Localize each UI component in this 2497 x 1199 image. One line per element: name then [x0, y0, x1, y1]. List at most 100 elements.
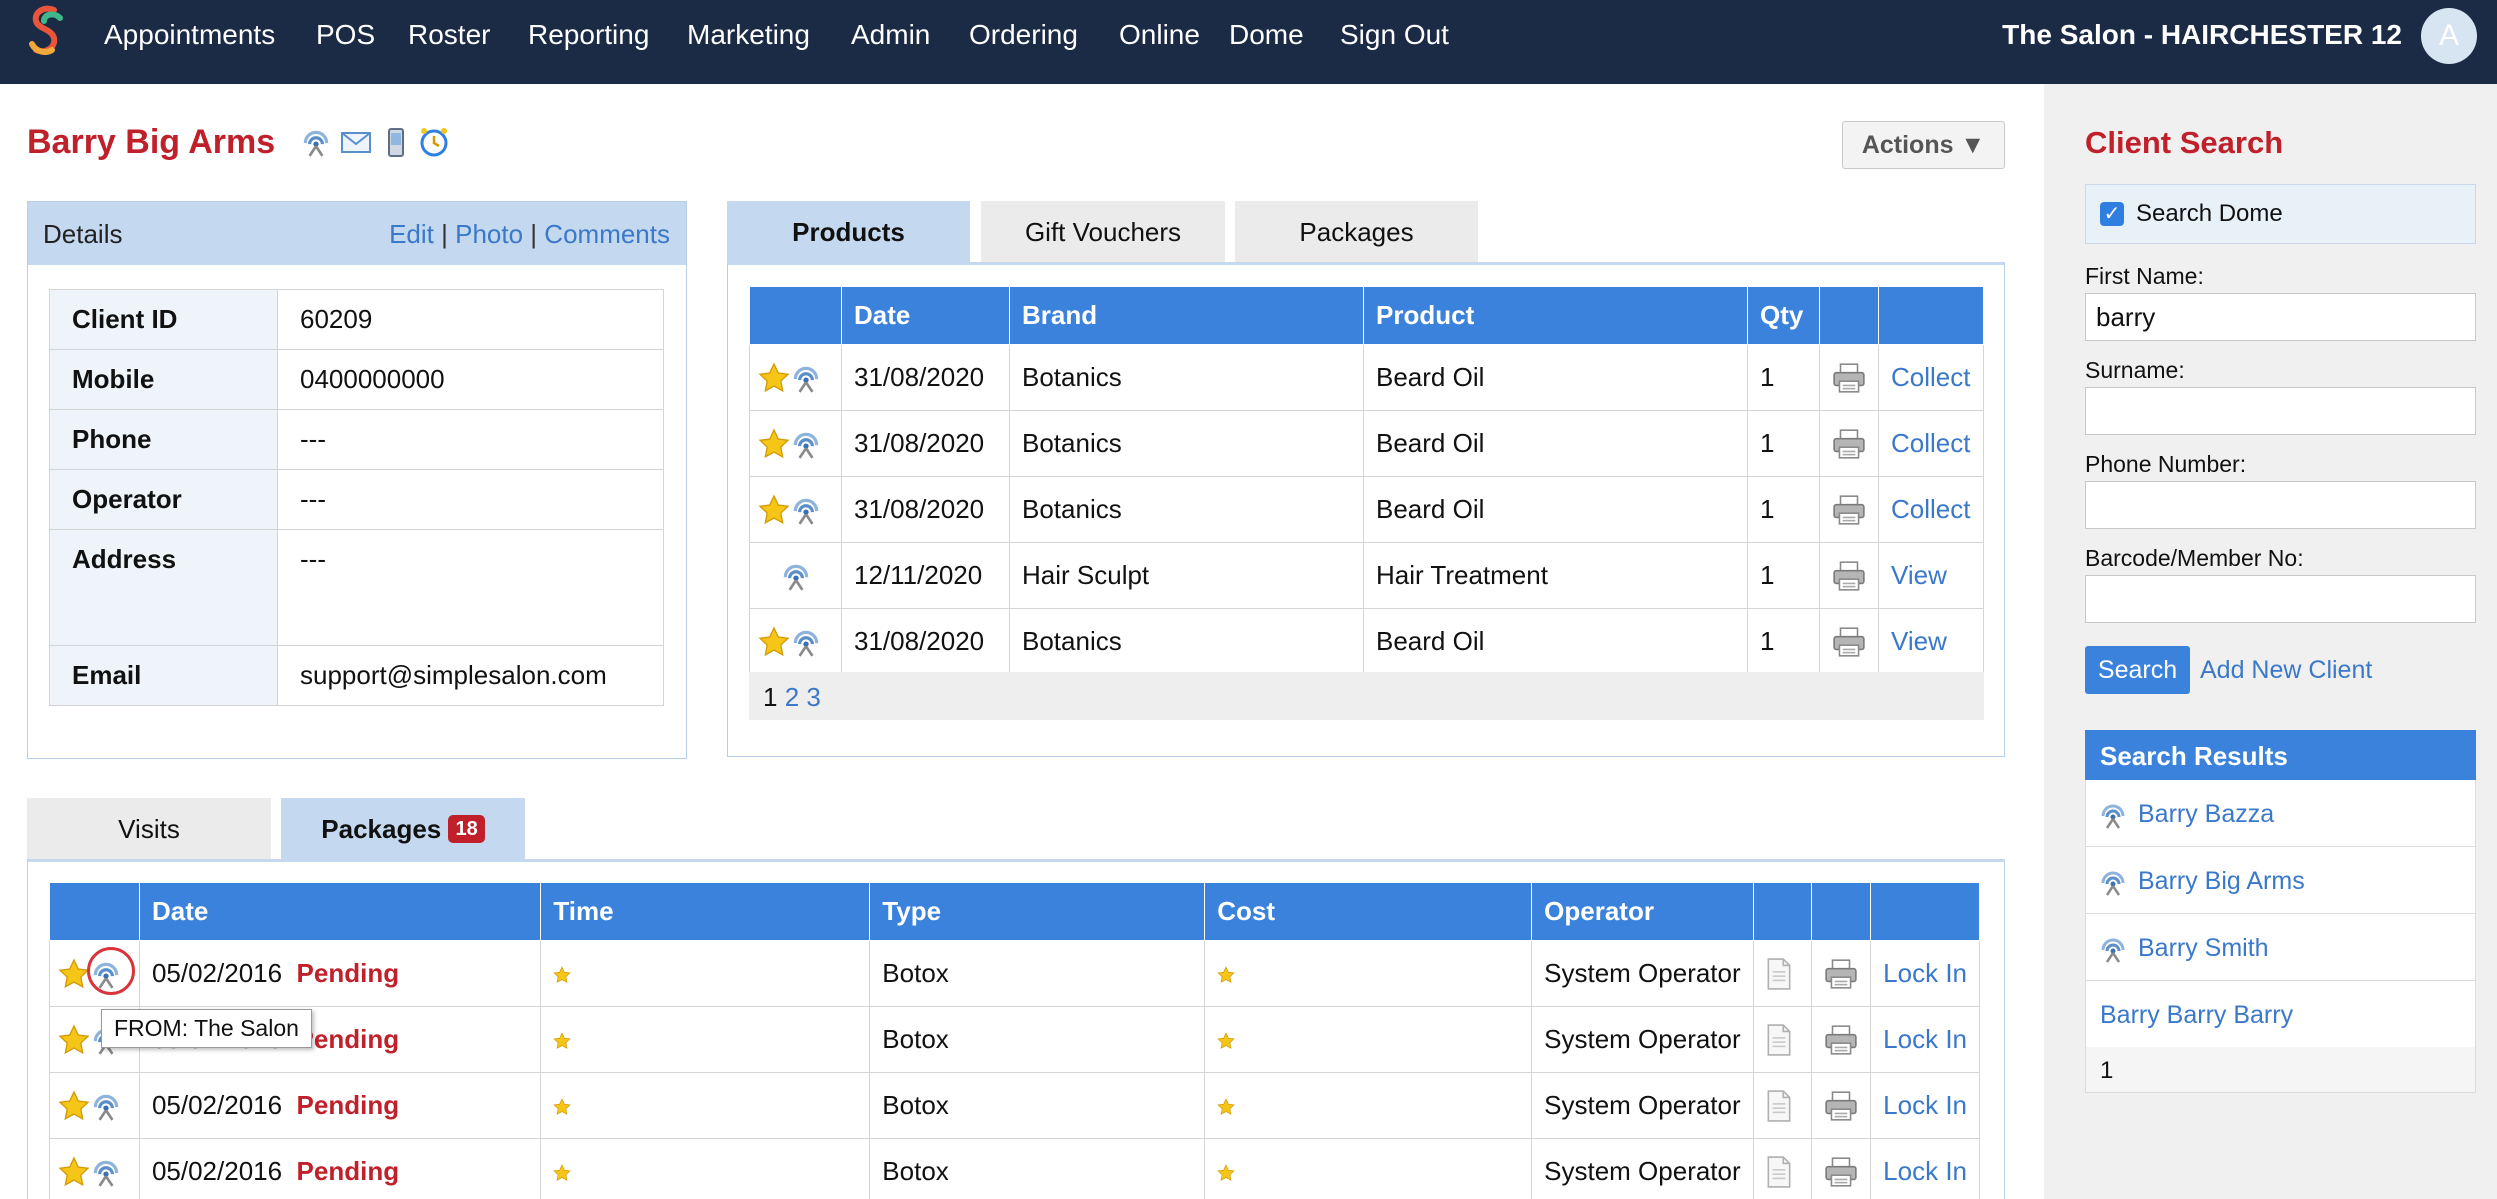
nav-appointments[interactable]: Appointments — [104, 18, 275, 52]
nav-ordering[interactable]: Ordering — [969, 18, 1078, 52]
lock-in-link[interactable]: Lock In — [1870, 1138, 1980, 1199]
printer-icon[interactable] — [1824, 957, 1858, 991]
doc-cell[interactable] — [1753, 1006, 1813, 1073]
package-date: 05/02/2016 — [151, 958, 283, 988]
search-result-name[interactable]: Barry Bazza — [2138, 800, 2274, 829]
nav-dome[interactable]: Dome — [1229, 18, 1304, 52]
phone-number-input[interactable] — [2085, 481, 2476, 529]
package-type: Botox — [869, 1006, 1206, 1073]
collect-link[interactable]: Collect — [1878, 476, 1984, 543]
document-icon[interactable] — [1766, 1024, 1792, 1056]
printer-icon[interactable] — [1824, 1089, 1858, 1123]
lock-in-link[interactable]: Lock In — [1870, 940, 1980, 1007]
document-icon[interactable] — [1766, 1090, 1792, 1122]
printer-icon[interactable] — [1832, 559, 1866, 593]
product-date: 31/08/2020 — [841, 410, 1010, 477]
dome-icon[interactable] — [90, 1090, 122, 1122]
email-icon[interactable] — [340, 126, 372, 158]
page-link[interactable]: 2 — [785, 682, 799, 712]
row-icons — [749, 476, 842, 543]
surname-input[interactable] — [2085, 387, 2476, 435]
doc-cell[interactable] — [1753, 940, 1813, 1007]
search-result-name[interactable]: Barry Big Arms — [2138, 867, 2305, 896]
print-cell[interactable] — [1811, 1072, 1872, 1139]
app-logo-icon[interactable] — [22, 4, 70, 64]
collect-link[interactable]: Collect — [1878, 410, 1984, 477]
dome-icon[interactable] — [90, 1156, 122, 1188]
column-header[interactable]: Date — [841, 286, 1010, 345]
printer-icon[interactable] — [1824, 1155, 1858, 1189]
nav-marketing[interactable]: Marketing — [687, 18, 810, 52]
printer-icon[interactable] — [1824, 1023, 1858, 1057]
page-link[interactable]: 3 — [806, 682, 820, 712]
print-cell[interactable] — [1819, 608, 1879, 675]
search-dome-checkbox-row[interactable]: ✓ Search Dome — [2085, 184, 2476, 244]
star-icon — [553, 1098, 571, 1116]
dome-icon — [790, 428, 822, 460]
search-result-name[interactable]: Barry Barry Barry — [2100, 1001, 2293, 1030]
printer-icon[interactable] — [1832, 427, 1866, 461]
alarm-clock-icon[interactable] — [418, 126, 450, 158]
printer-icon[interactable] — [1832, 361, 1866, 395]
search-result-item[interactable]: Barry Smith — [2085, 914, 2476, 981]
row-icons — [749, 344, 842, 411]
mobile-icon[interactable] — [380, 126, 412, 158]
nav-online[interactable]: Online — [1119, 18, 1200, 52]
actions-dropdown-button[interactable]: Actions ▼ — [1842, 121, 2005, 169]
print-cell[interactable] — [1819, 344, 1879, 411]
tab-visits[interactable]: Visits — [27, 798, 271, 860]
column-header[interactable]: Type — [869, 882, 1206, 941]
comments-link[interactable]: Comments — [544, 219, 670, 249]
tab-gift-vouchers[interactable]: Gift Vouchers — [981, 201, 1225, 263]
column-header[interactable]: Date — [138, 882, 542, 941]
print-cell[interactable] — [1811, 940, 1872, 1007]
print-cell[interactable] — [1819, 410, 1879, 477]
print-cell[interactable] — [1819, 476, 1879, 543]
search-result-name[interactable]: Barry Smith — [2138, 934, 2269, 963]
column-header[interactable]: Brand — [1009, 286, 1364, 345]
lock-in-link[interactable]: Lock In — [1870, 1006, 1980, 1073]
printer-icon[interactable] — [1832, 625, 1866, 659]
barcode-input[interactable] — [2085, 575, 2476, 623]
nav-admin[interactable]: Admin — [851, 18, 930, 52]
printer-icon[interactable] — [1832, 493, 1866, 527]
user-avatar[interactable]: A — [2421, 8, 2477, 64]
star-icon — [1217, 1032, 1235, 1050]
client-details-table: Client ID 60209 Mobile 0400000000 Phone ---… — [49, 289, 664, 706]
doc-cell[interactable] — [1753, 1138, 1813, 1199]
tab-products[interactable]: Products — [727, 201, 970, 263]
print-cell[interactable] — [1811, 1006, 1872, 1073]
column-header[interactable]: Product — [1363, 286, 1748, 345]
nav-pos[interactable]: POS — [316, 18, 375, 52]
print-cell[interactable] — [1819, 542, 1879, 609]
print-cell[interactable] — [1811, 1138, 1872, 1199]
view-link[interactable]: View — [1878, 608, 1984, 675]
document-icon[interactable] — [1766, 1156, 1792, 1188]
column-header[interactable]: Qty — [1747, 286, 1820, 345]
search-result-item[interactable]: Barry Big Arms — [2085, 847, 2476, 914]
top-nav-bar: Appointments POS Roster Reporting Market… — [0, 0, 2497, 84]
edit-link[interactable]: Edit — [389, 219, 434, 249]
search-button[interactable]: Search — [2085, 646, 2190, 694]
search-result-item[interactable]: Barry Bazza — [2085, 780, 2476, 847]
product-date: 31/08/2020 — [841, 608, 1010, 675]
column-header[interactable]: Time — [540, 882, 871, 941]
tab-packages-bottom[interactable]: Packages 18 — [281, 798, 525, 860]
search-dome-checkbox[interactable]: ✓ — [2100, 202, 2124, 226]
search-result-item[interactable]: Barry Barry Barry — [2085, 981, 2476, 1048]
column-header[interactable]: Operator — [1531, 882, 1755, 941]
add-new-client-link[interactable]: Add New Client — [2200, 656, 2372, 685]
nav-reporting[interactable]: Reporting — [528, 18, 649, 52]
nav-sign-out[interactable]: Sign Out — [1340, 18, 1449, 52]
lock-in-link[interactable]: Lock In — [1870, 1072, 1980, 1139]
tab-packages[interactable]: Packages — [1235, 201, 1478, 263]
doc-cell[interactable] — [1753, 1072, 1813, 1139]
collect-link[interactable]: Collect — [1878, 344, 1984, 411]
packages-count-badge: 18 — [448, 815, 485, 843]
view-link[interactable]: View — [1878, 542, 1984, 609]
photo-link[interactable]: Photo — [455, 219, 523, 249]
column-header[interactable]: Cost — [1204, 882, 1533, 941]
document-icon[interactable] — [1766, 958, 1792, 990]
first-name-input[interactable] — [2085, 293, 2476, 341]
nav-roster[interactable]: Roster — [408, 18, 490, 52]
